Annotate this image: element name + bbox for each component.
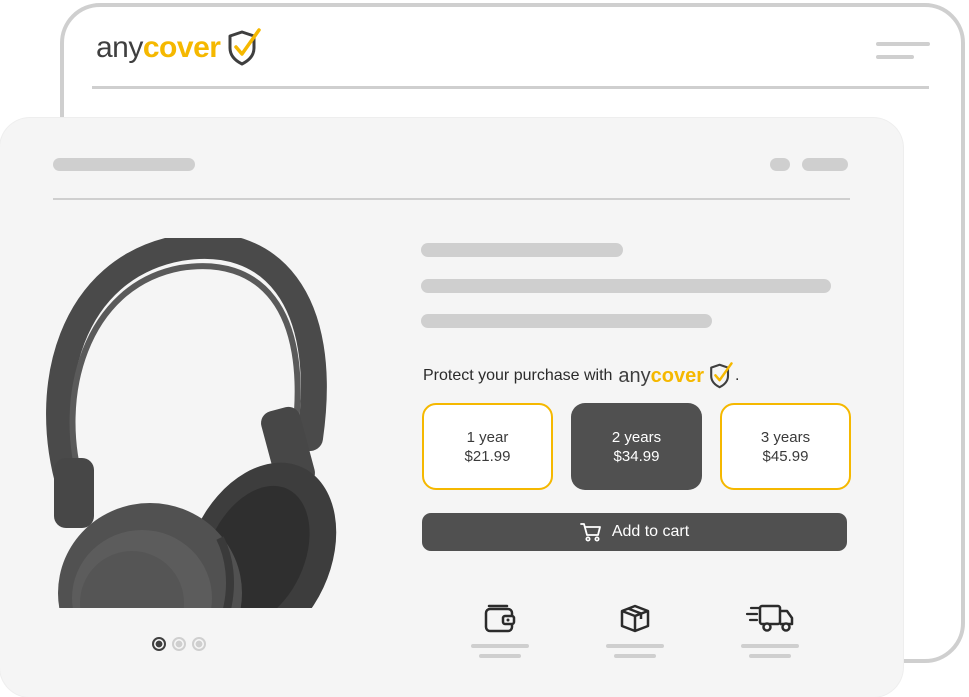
plan-option-3-years[interactable]: 3 years $45.99 — [720, 403, 851, 490]
protect-purchase-text: Protect your purchase with any cover . — [423, 362, 740, 390]
plan-duration: 2 years — [611, 428, 662, 446]
card-divider — [53, 198, 850, 200]
header-link-placeholder — [802, 158, 848, 171]
plan-price: $45.99 — [762, 447, 809, 465]
plan-price: $21.99 — [464, 447, 511, 465]
plan-option-2-years[interactable]: 2 years $34.99 — [571, 403, 702, 490]
add-to-cart-label: Add to cart — [611, 523, 690, 540]
product-description-line-2 — [421, 314, 712, 328]
menu-line — [876, 55, 914, 59]
package-icon — [620, 604, 650, 633]
wallet-icon — [484, 604, 516, 633]
carousel-dot-3[interactable] — [192, 637, 206, 651]
shield-check-icon — [710, 362, 733, 389]
menu-line — [876, 42, 930, 46]
plan-option-1-year[interactable]: 1 year $21.99 — [422, 403, 553, 490]
header-icon-placeholder — [770, 158, 790, 171]
protect-prefix: Protect your purchase with — [423, 367, 613, 384]
feature-packaging — [605, 602, 665, 664]
delivery-truck-icon — [745, 604, 794, 632]
feature-delivery — [740, 602, 800, 664]
header-divider — [92, 86, 929, 89]
plan-price: $34.99 — [613, 447, 660, 465]
protect-brand-cover: cover — [650, 364, 705, 387]
add-to-cart-button[interactable]: Add to cart — [422, 513, 847, 551]
carousel-indicators — [152, 637, 206, 651]
protect-brand-any: any — [618, 364, 651, 387]
cart-icon — [579, 523, 601, 542]
plan-duration: 3 years — [760, 428, 811, 446]
protect-suffix: . — [735, 367, 740, 384]
breadcrumb-placeholder — [53, 158, 195, 171]
logo-text-cover: cover — [142, 31, 221, 64]
protect-brand: any cover — [618, 362, 734, 390]
plan-duration: 1 year — [466, 428, 509, 446]
headphones-image — [46, 238, 337, 608]
menu-icon[interactable] — [876, 42, 930, 68]
anycover-logo: any cover — [96, 28, 262, 68]
carousel-dot-1[interactable] — [152, 637, 166, 651]
logo-text-any: any — [96, 31, 143, 64]
coverage-plan-options: 1 year $21.99 2 years $34.99 3 years $45… — [422, 403, 851, 490]
product-card: Protect your purchase with any cover . 1 … — [0, 118, 903, 697]
product-title-placeholder — [421, 243, 623, 257]
product-description-line-1 — [421, 279, 831, 293]
feature-payment — [470, 602, 530, 664]
carousel-dot-2[interactable] — [172, 637, 186, 651]
shield-check-icon — [228, 28, 262, 66]
